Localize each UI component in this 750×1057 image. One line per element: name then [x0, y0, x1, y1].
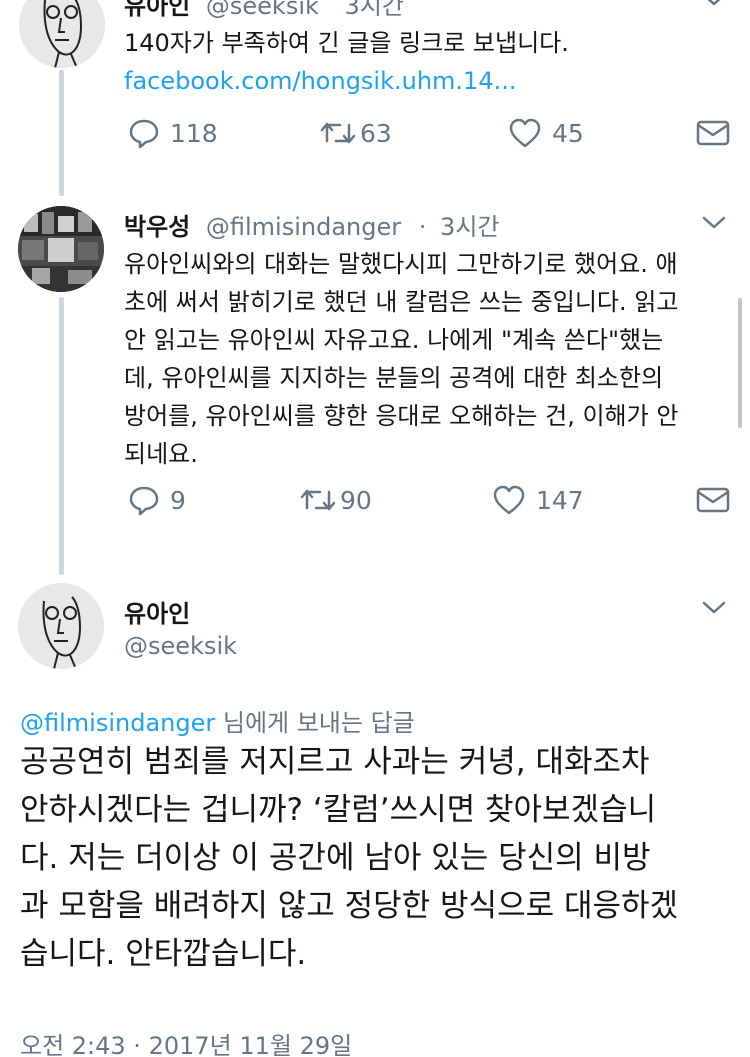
scrollbar[interactable]: [738, 298, 742, 428]
sketch-face-icon: [18, 583, 104, 669]
reply-suffix: 님에게 보내는 답글: [215, 709, 415, 737]
retweet-button[interactable]: 63: [320, 113, 392, 153]
reply-button[interactable]: 118: [128, 113, 218, 153]
author-name[interactable]: 유아인: [124, 0, 190, 20]
tweet-text-line: 데, 유아인씨를 지지하는 분들의 공격에 대한 최소한의: [124, 364, 664, 392]
reply-count: 9: [170, 485, 186, 515]
tweet-1-actions: 118 63 45: [124, 113, 734, 153]
tweet-time[interactable]: 3시간: [440, 213, 499, 241]
tweet-link[interactable]: facebook.com/hongsik.uhm.14...: [124, 62, 569, 100]
main-text-line: 공공연히 범죄를 저지르고 사과는 커녕, 대화조차: [20, 744, 650, 780]
photo-avatar-icon: [18, 206, 104, 292]
dm-button[interactable]: [696, 480, 730, 520]
tweet-text: 140자가 부족하여 긴 글을 링크로 보냅니다. facebook.com/h…: [124, 24, 569, 100]
chevron-down-icon[interactable]: [702, 0, 726, 8]
reply-icon: [129, 119, 159, 149]
author-handle[interactable]: @seeksik: [206, 0, 319, 20]
author-name[interactable]: 유아인: [124, 594, 190, 629]
retweet-icon: [320, 122, 356, 144]
main-text-line: 다. 저는 더이상 이 공간에 남아 있는 당신의 비방: [20, 840, 651, 876]
heart-icon: [493, 485, 525, 515]
tweet-2-actions: 9 90 147: [124, 480, 734, 520]
tweet-text-line: 방어를, 유아인씨를 향한 응대로 오해하는 건, 이해가 안: [124, 402, 679, 430]
like-count: 45: [552, 118, 584, 148]
tweet-1-header: 유아인 @seeksik 3시간: [124, 0, 404, 21]
reply-mention[interactable]: @filmisindanger: [20, 709, 215, 737]
author-name[interactable]: 박우성: [124, 213, 190, 241]
main-text-line: 안하시겠다는 겁니까? ‘칼럼’쓰시면 찾아보겠습니: [20, 792, 657, 828]
dm-button[interactable]: [696, 113, 730, 153]
retweet-count: 63: [360, 118, 392, 148]
reply-button[interactable]: 9: [128, 480, 186, 520]
avatar[interactable]: [19, 0, 105, 68]
tweet-time[interactable]: 3시간: [345, 0, 404, 20]
tweet-text-line: 안 읽고는 유아인씨 자유고요. 나에게 "계속 쓴다"했는: [124, 326, 664, 354]
author-handle[interactable]: @filmisindanger: [206, 213, 401, 241]
main-text-line: 습니다. 안타깝습니다.: [20, 936, 307, 972]
reply-count: 118: [170, 118, 218, 148]
like-button[interactable]: 147: [492, 480, 584, 520]
avatar[interactable]: [18, 206, 104, 292]
heart-icon: [509, 118, 541, 148]
retweet-icon: [300, 489, 336, 511]
avatar[interactable]: [18, 583, 104, 669]
chevron-down-icon[interactable]: [702, 600, 726, 616]
mail-icon: [696, 120, 730, 146]
like-count: 147: [536, 485, 584, 515]
retweet-button[interactable]: 90: [300, 480, 372, 520]
chevron-down-icon[interactable]: [702, 215, 726, 231]
author-handle[interactable]: @seeksik: [124, 632, 237, 660]
separator-dot: ·: [418, 213, 427, 241]
tweet-text-line: 되네요.: [124, 440, 198, 468]
tweet-text: 유아인씨와의 대화는 말했다시피 그만하기로 했어요. 애 초에 써서 밝히기로…: [124, 245, 678, 473]
tweet-timestamp: 오전 2:43 · 2017년 11월 29일: [20, 1032, 353, 1057]
tweet-text-line: 140자가 부족하여 긴 글을 링크로 보냅니다.: [124, 29, 569, 57]
mail-icon: [696, 487, 730, 513]
thread-line-top: [59, 70, 64, 196]
reply-icon: [129, 486, 159, 516]
tweet-2-header: 박우성 @filmisindanger · 3시간: [124, 207, 499, 242]
main-text-line: 과 모함을 배려하지 않고 정당한 방식으로 대응하겠: [20, 888, 679, 924]
thread-line-middle: [59, 297, 64, 575]
tweet-text-line: 초에 써서 밝히기로 했던 내 칼럼은 쓰는 중입니다. 읽고: [124, 288, 679, 316]
reply-context: @filmisindanger 님에게 보내는 답글: [20, 703, 415, 738]
tweet-text-line: 유아인씨와의 대화는 말했다시피 그만하기로 했어요. 애: [124, 250, 678, 278]
sketch-face-icon: [19, 0, 105, 68]
main-tweet-text: 공공연히 범죄를 저지르고 사과는 커녕, 대화조차 안하시겠다는 겁니까? ‘…: [20, 738, 678, 978]
tweet-thread: 유아인 @seeksik 3시간 140자가 부족하여 긴 글을 링크로 보냅니…: [0, 0, 750, 1057]
like-button[interactable]: 45: [508, 113, 584, 153]
retweet-count: 90: [340, 485, 372, 515]
